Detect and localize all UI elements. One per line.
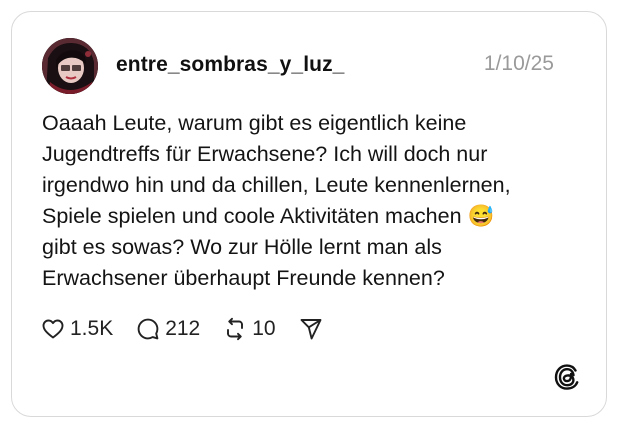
repost-button[interactable]: 10 [222,316,276,342]
comment-bubble-icon [135,316,161,342]
post-text-line: gibt es sowas? Wo zur Hölle lernt man al… [42,235,442,259]
send-icon [298,316,324,342]
username[interactable]: entre_sombras_y_luz_ [116,53,344,77]
heart-icon [40,316,66,342]
avatar-image [42,38,98,94]
post-actions: 1.5K 212 10 [40,314,346,344]
reply-count: 212 [165,317,201,340]
post-text-line: irgendwo hin und da chillen, Leute kenne… [42,173,511,197]
like-button[interactable]: 1.5K [40,316,113,342]
like-count: 1.5K [70,317,114,340]
repost-icon [222,316,248,342]
repost-count: 10 [252,317,276,340]
post-text: Oaaah Leute, warum gibt es eigentlich ke… [42,108,590,294]
post-text-line: Spiele spielen und coole Aktivitäten mac… [42,204,495,228]
post-text-line: Jugendtreffs für Erwachsene? Ich will do… [42,142,488,166]
post-text-line: Erwachsener überhaupt Freunde kennen? [42,266,445,290]
share-button[interactable] [298,316,324,342]
avatar[interactable] [42,38,98,94]
threads-logo-icon [552,362,582,392]
post-card: entre_sombras_y_luz_ 1/10/25 Oaaah Leute… [11,11,607,417]
reply-button[interactable]: 212 [135,316,200,342]
post-text-line: Oaaah Leute, warum gibt es eigentlich ke… [42,111,467,135]
post-date: 1/10/25 [483,52,554,75]
